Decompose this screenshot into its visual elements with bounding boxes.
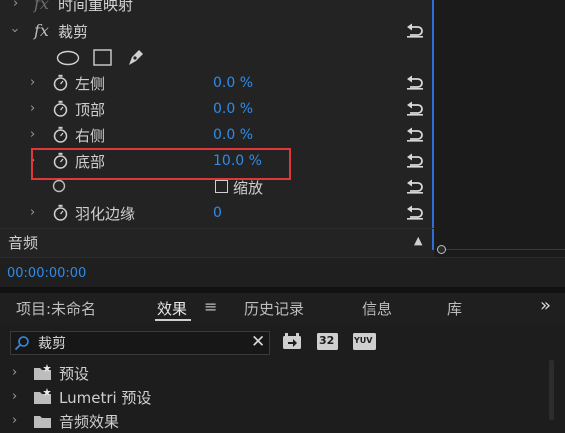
zoom-label: 缩放 [233,179,264,197]
accelerated-effects-icon[interactable] [282,333,302,350]
chevron-right-icon[interactable]: › [12,365,17,380]
current-timecode[interactable]: 00:00:00:00 [7,266,86,281]
folder-star-icon [34,388,51,404]
list-item-label: Lumetri 预设 [59,389,152,407]
chevron-right-icon[interactable]: › [13,0,18,11]
reset-icon[interactable] [406,178,424,194]
stopwatch-icon[interactable] [52,126,69,143]
tab-info[interactable]: 信息 [362,298,392,319]
zoom-slider-track[interactable] [446,249,565,250]
reset-icon[interactable] [406,74,424,90]
yuv-effects-icon[interactable]: YUV [353,333,376,350]
param-label: 左侧 [75,75,106,93]
zoom-slider-handle[interactable] [437,245,446,254]
param-value[interactable]: 0.0 % [213,127,253,143]
param-value[interactable]: 0.0 % [213,75,253,91]
chevron-right-icon[interactable]: › [30,205,35,220]
mask-tools-row [0,45,434,71]
panel-tab-bar: 项目:未命名 效果 ≡ 历史记录 信息 库 » [0,293,565,325]
list-item-label: 预设 [59,365,90,383]
timeline-area[interactable] [434,0,565,257]
tab-project[interactable]: 项目:未命名 [16,298,96,319]
collapse-up-icon[interactable]: ▲ [414,234,422,247]
param-row-left[interactable]: › 左侧 0.0 % [0,71,434,97]
param-label: 顶部 [75,101,106,119]
reset-icon[interactable] [406,126,424,142]
param-value[interactable]: 0.0 % [213,101,253,117]
search-value: 裁剪 [38,336,66,352]
audio-section-header[interactable]: 音频 ▲ [0,228,434,255]
chevron-right-icon[interactable]: › [12,389,17,404]
pen-mask-icon[interactable] [126,47,146,67]
stopwatch-icon[interactable] [52,204,69,221]
chevron-right-icon[interactable]: › [30,127,35,142]
param-row-top[interactable]: › 顶部 0.0 % [0,97,434,123]
crop-effect-title: 裁剪 [58,23,89,41]
list-item[interactable]: › 音频效果 [0,409,550,433]
audio-label: 音频 [8,234,39,252]
reset-icon[interactable] [406,204,424,220]
timecode-bar: 00:00:00:00 [0,257,565,288]
clear-search-icon[interactable]: ✕ [251,332,265,352]
search-icon [14,336,29,351]
effects-search-input[interactable]: 裁剪 [10,331,270,355]
overflow-tabs-icon[interactable]: » [540,295,551,316]
chevron-down-icon[interactable]: › [7,28,22,33]
stopwatch-disabled-icon [52,179,66,193]
folder-icon [34,416,51,428]
fx-icon: fx [34,0,49,13]
chevron-right-icon[interactable]: › [12,413,17,428]
panel-menu-icon[interactable]: ≡ [204,297,217,316]
zoom-checkbox[interactable] [215,180,228,193]
rectangle-mask-icon[interactable] [93,49,113,67]
list-item[interactable]: › 预设 [0,361,550,385]
stopwatch-icon[interactable] [52,100,69,117]
param-row-feather[interactable]: › 羽化边缘 0 [0,201,434,227]
list-item[interactable]: › Lumetri 预设 [0,385,550,409]
tab-effects[interactable]: 效果 [157,298,187,319]
chevron-right-icon[interactable]: › [30,101,35,116]
param-label: 右侧 [75,127,106,145]
time-remap-row[interactable]: › fx 时间重映射 [0,0,434,18]
param-row-right[interactable]: › 右侧 0.0 % [0,123,434,149]
list-item-label: 音频效果 [59,413,120,431]
effects-list-scrollbar[interactable] [549,360,554,420]
folder-star-icon [34,364,51,380]
ellipse-mask-icon[interactable] [56,50,80,66]
tab-history[interactable]: 历史记录 [244,298,304,319]
reset-icon[interactable] [406,22,424,38]
stopwatch-icon[interactable] [52,74,69,91]
tab-library[interactable]: 库 [447,298,462,319]
chevron-right-icon[interactable]: › [30,75,35,90]
reset-icon[interactable] [406,100,424,116]
param-value[interactable]: 0 [213,205,222,221]
param-row-zoom[interactable]: 缩放 [0,175,434,201]
fx-icon[interactable]: fx [34,21,49,40]
effect-label: 时间重映射 [58,0,134,14]
param-label: 羽化边缘 [75,205,136,223]
32-bit-effects-icon[interactable]: 32 [317,333,338,350]
active-tab-underline [155,319,191,321]
crop-effect-header[interactable]: › fx 裁剪 [0,19,434,45]
reset-icon[interactable] [406,152,424,168]
